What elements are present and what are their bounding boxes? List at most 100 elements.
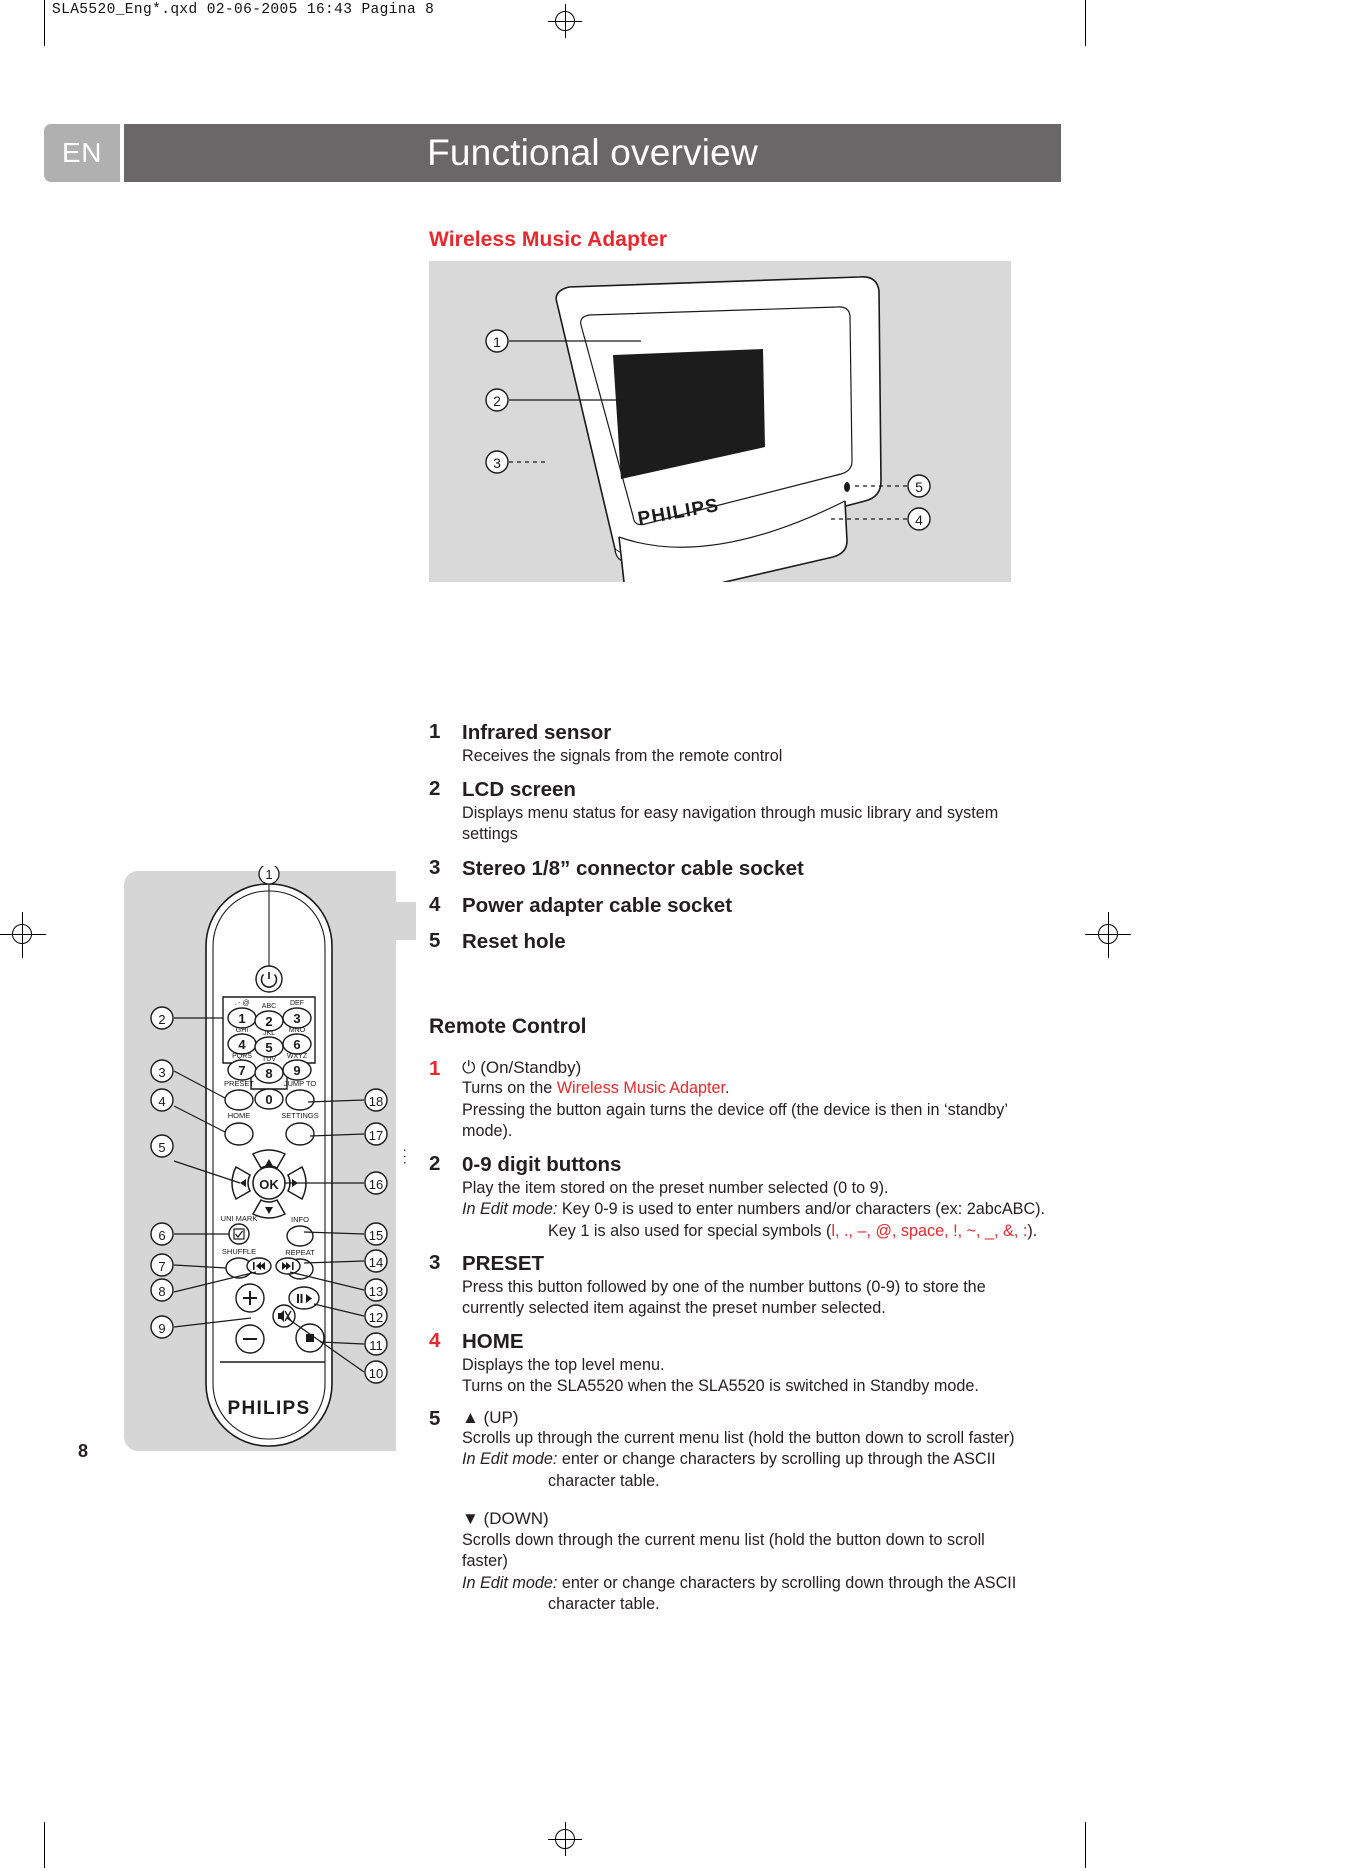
adapter-feature-list: 1 Infrared sensor Receives the signals f… xyxy=(429,720,1029,959)
item-number: 4 xyxy=(429,1328,441,1352)
registration-mark-top xyxy=(548,4,582,38)
svg-text:13: 13 xyxy=(369,1284,383,1299)
item-description: Displays the top level menu. Turns on th… xyxy=(462,1355,1052,1398)
list-item: 2 LCD screen Displays menu status for ea… xyxy=(429,777,1029,846)
desc-line-3-symbols: l, ., –, @, space, !, ~, _, &, : xyxy=(831,1221,1028,1240)
item-number: 5 xyxy=(429,929,441,953)
item-description: Displays menu status for easy navigation… xyxy=(462,803,999,844)
svg-text:PQRS: PQRS xyxy=(232,1053,252,1060)
remote-brand-label: PHILIPS xyxy=(227,1398,310,1419)
svg-text:15: 15 xyxy=(369,1228,383,1243)
svg-text:14: 14 xyxy=(369,1255,383,1270)
section-title-remote-control: Remote Control xyxy=(429,1015,587,1038)
list-item: 4 Power adapter cable socket xyxy=(429,893,1029,919)
svg-text:5: 5 xyxy=(265,1040,272,1055)
svg-text:UNI MARK: UNI MARK xyxy=(221,1214,258,1223)
desc-edit-mode-label: In Edit mode: xyxy=(462,1200,558,1219)
svg-text:5: 5 xyxy=(158,1140,165,1155)
svg-text:17: 17 xyxy=(369,1128,383,1143)
svg-text:8: 8 xyxy=(158,1284,165,1299)
svg-text:7: 7 xyxy=(158,1259,165,1274)
item-description: Turns on the Wireless Music Adapter. Pre… xyxy=(462,1078,1032,1143)
svg-text:HOME: HOME xyxy=(228,1111,251,1120)
item-description: Press this button followed by one of the… xyxy=(462,1277,986,1318)
language-tab: EN xyxy=(44,124,120,182)
desc-line-1: Play the item stored on the preset numbe… xyxy=(462,1178,889,1197)
crop-mark-right-bottom xyxy=(1085,1822,1086,1868)
svg-text:. - @: . - @ xyxy=(234,1000,249,1007)
svg-text:1: 1 xyxy=(238,1011,245,1026)
svg-text:WXYZ: WXYZ xyxy=(287,1053,308,1060)
desc-line-pre: Turns on the xyxy=(462,1079,557,1098)
svg-text:5: 5 xyxy=(915,479,923,495)
page-number: 8 xyxy=(78,1441,89,1461)
item-number: 3 xyxy=(429,1251,441,1275)
crop-mark-right-top xyxy=(1085,0,1086,46)
item-title: Power adapter cable socket xyxy=(462,893,733,917)
desc-down-line-3: character table. xyxy=(548,1595,660,1614)
item-description: Receives the signals from the remote con… xyxy=(462,746,783,765)
adapter-illustration: PHILIPS 1 2 3 5 4 xyxy=(485,275,931,603)
item-title: Reset hole xyxy=(462,930,566,954)
svg-text:4: 4 xyxy=(158,1094,165,1109)
svg-text:9: 9 xyxy=(158,1321,165,1336)
wireless-music-adapter-photo: PHILIPS 1 2 3 5 4 xyxy=(429,261,1011,603)
desc-line-2: Pressing the button again turns the devi… xyxy=(462,1100,1008,1141)
list-item: 4 HOME Displays the top level menu. Turn… xyxy=(429,1329,1029,1398)
remote-control-illustration: 1 1 . - @ 2 ABC 3 DEF 4 GHI 5 JKL 6 MNO … xyxy=(150,866,388,1447)
svg-text:SHUFFLE: SHUFFLE xyxy=(222,1247,256,1256)
svg-text:7: 7 xyxy=(238,1063,245,1078)
desc-line-2: Turns on the SLA5520 when the SLA5520 is… xyxy=(462,1377,979,1396)
crop-mark-left-top xyxy=(44,0,45,46)
svg-text:6: 6 xyxy=(158,1228,165,1243)
svg-text:JKL: JKL xyxy=(263,1030,275,1037)
item-title-text: (On/Standby) xyxy=(480,1058,582,1077)
desc-line-highlight: Wireless Music Adapter xyxy=(556,1079,726,1098)
desc-down-line-1: Scrolls down through the current menu li… xyxy=(462,1530,985,1571)
header-bar: Functional overview xyxy=(124,124,1061,182)
item-title: HOME xyxy=(462,1329,524,1353)
item-number: 1 xyxy=(429,1057,441,1080)
item-number: 3 xyxy=(429,855,441,879)
item-title-up: ▲ (UP) xyxy=(462,1407,519,1427)
list-item: 2 0-9 digit buttons Play the item stored… xyxy=(429,1151,1045,1242)
svg-text:9: 9 xyxy=(293,1063,300,1078)
item-number: 2 xyxy=(429,777,441,801)
svg-text:0: 0 xyxy=(265,1092,272,1107)
svg-text:SETTINGS: SETTINGS xyxy=(281,1111,319,1120)
svg-text:2: 2 xyxy=(493,393,501,409)
svg-text:16: 16 xyxy=(369,1177,383,1192)
desc-line-3-pre: Key 1 is also used for special symbols ( xyxy=(548,1221,832,1240)
item-title: PRESET xyxy=(462,1252,545,1276)
desc-edit-mode-label: In Edit mode: xyxy=(462,1573,558,1592)
item-number: 2 xyxy=(429,1151,441,1175)
svg-text:3: 3 xyxy=(158,1065,165,1080)
svg-text:DEF: DEF xyxy=(290,1000,304,1007)
list-item: 5 Reset hole xyxy=(429,929,1029,955)
svg-text:4: 4 xyxy=(915,512,923,528)
svg-text:PRESET: PRESET xyxy=(224,1079,254,1088)
svg-text:6: 6 xyxy=(293,1037,300,1052)
list-item: 1 ⏻ (On/Standby) Turns on the Wireless M… xyxy=(429,1057,1029,1143)
crop-mark-left-bottom xyxy=(44,1822,45,1868)
svg-text:TUV: TUV xyxy=(262,1056,276,1063)
svg-text:REPEAT: REPEAT xyxy=(285,1248,315,1257)
svg-text:2: 2 xyxy=(158,1012,165,1027)
desc-up-line-3: character table. xyxy=(548,1471,660,1490)
item-title: 0-9 digit buttons xyxy=(462,1152,622,1176)
page-title: Functional overview xyxy=(427,132,758,173)
desc-line-2: Key 0-9 is used to enter numbers and/or … xyxy=(557,1200,1046,1219)
registration-mark-right xyxy=(1091,917,1125,951)
svg-text:11: 11 xyxy=(369,1338,383,1353)
svg-text:8: 8 xyxy=(265,1066,272,1081)
desc-up-line-2: enter or change characters by scrolling … xyxy=(557,1450,996,1469)
svg-text:4: 4 xyxy=(238,1037,246,1052)
list-item: 3 PRESET Press this button followed by o… xyxy=(429,1251,1029,1320)
svg-text:12: 12 xyxy=(369,1310,383,1325)
item-title: ⏻ (On/Standby) xyxy=(462,1057,1029,1078)
file-slug-line: SLA5520_Eng*.qxd 02-06-2005 16:43 Pagina… xyxy=(52,2,435,18)
desc-down-line-2: enter or change characters by scrolling … xyxy=(557,1573,1017,1592)
item-description-down: Scrolls down through the current menu li… xyxy=(462,1530,1032,1616)
svg-text:3: 3 xyxy=(493,455,501,471)
list-item: 1 Infrared sensor Receives the signals f… xyxy=(429,720,1029,767)
